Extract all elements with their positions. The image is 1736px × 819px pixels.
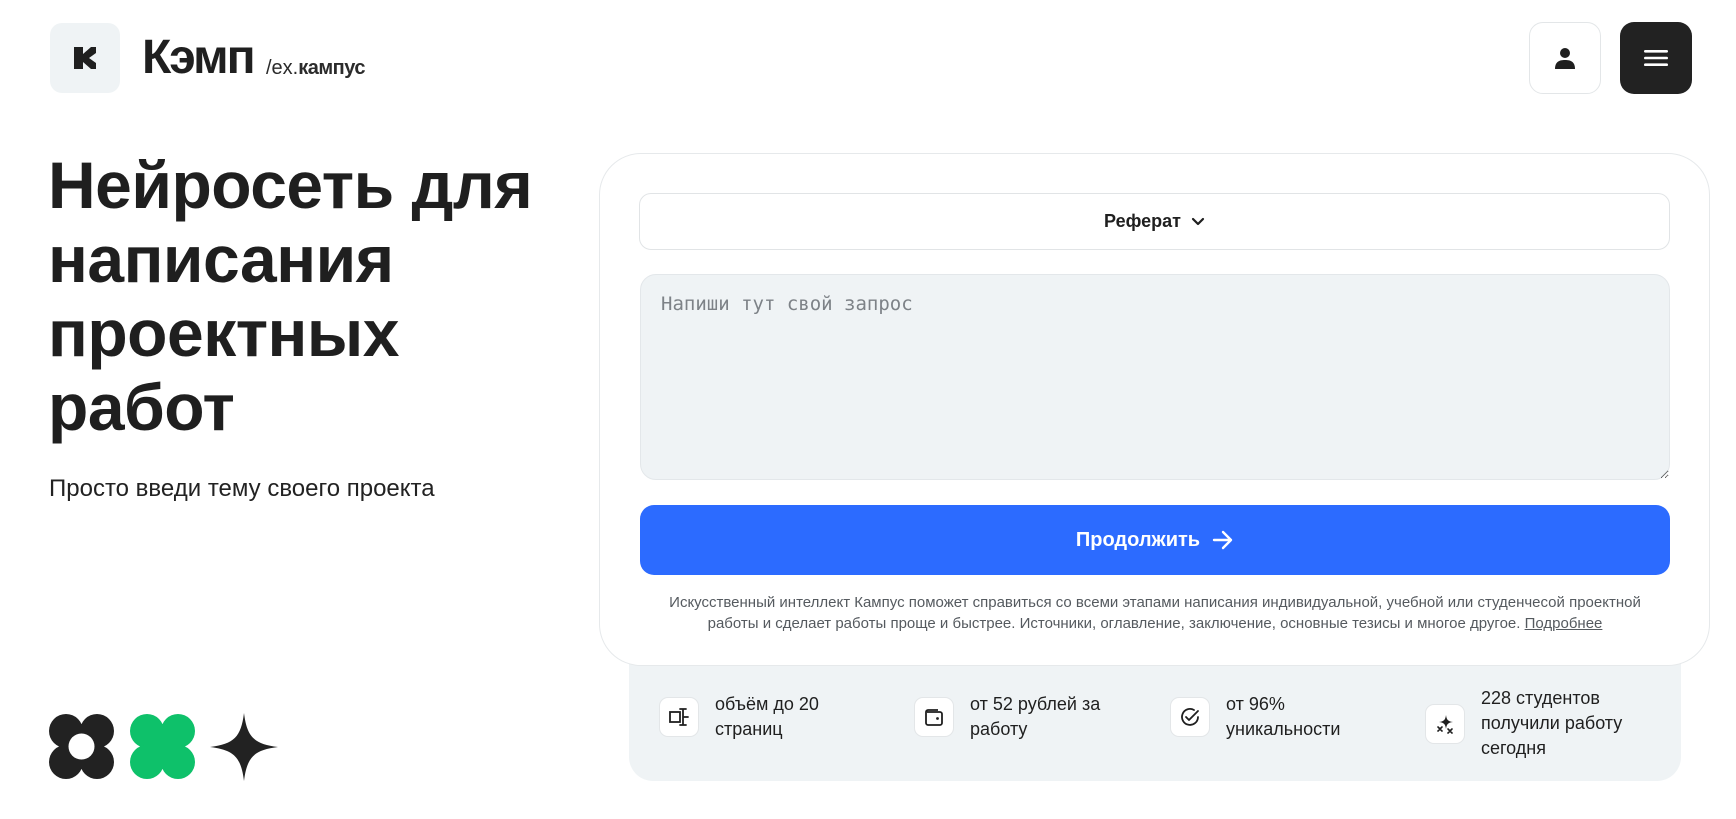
feature-text: от 96% уникальности: [1226, 694, 1341, 739]
work-type-value: Реферат: [1104, 211, 1181, 231]
sparkles-icon: [1437, 714, 1453, 734]
feature-item: 228 студентов получили работу сегодня: [1425, 686, 1631, 761]
continue-button[interactable]: Продолжить: [640, 505, 1670, 575]
star-sparkle-icon: [210, 713, 278, 781]
work-type-select[interactable]: Реферат: [639, 193, 1670, 250]
hamburger-icon: [1644, 50, 1668, 66]
brand-sub-name: кампус: [298, 57, 366, 79]
feature-icon-box: [1170, 697, 1210, 737]
feature-text: объём до 20 страниц: [715, 694, 819, 739]
request-card: Реферат Продолжить Искусственный интелле…: [599, 153, 1710, 666]
wallet-icon: [925, 709, 943, 726]
brand-name[interactable]: Кэмп: [142, 30, 256, 86]
description-text: Искусственный интеллект Кампус поможет с…: [669, 594, 1641, 632]
description-note: Искусственный интеллект Кампус поможет с…: [660, 592, 1650, 634]
feature-icon-box: [914, 697, 954, 737]
feature-item: от 96% уникальности: [1170, 692, 1356, 742]
check-circle-icon: [1181, 708, 1199, 726]
feature-icon-box: [1425, 703, 1465, 744]
chevron-down-icon: [1191, 217, 1205, 225]
feature-item: от 52 рублей за работу: [914, 692, 1110, 742]
prompt-textarea[interactable]: [640, 274, 1670, 480]
profile-button[interactable]: [1529, 22, 1601, 94]
logo-badge[interactable]: [50, 23, 120, 93]
feature-text: 228 студентов получили работу сегодня: [1481, 688, 1623, 758]
arrow-right-icon: [1212, 530, 1233, 550]
decorative-shapes: [49, 713, 278, 781]
brand-sub-prefix: /ex.: [266, 57, 299, 79]
feature-item: объём до 20 страниц: [659, 692, 835, 742]
k-logo-icon: [74, 47, 96, 69]
green-clover-icon: [130, 714, 195, 779]
hero-subtitle: Просто введи тему своего проекта: [49, 475, 435, 502]
brand-former-name: /ex.кампус: [266, 54, 366, 82]
user-icon: [1555, 48, 1575, 69]
feature-text: от 52 рублей за работу: [970, 694, 1101, 739]
hero-title: Нейросеть для написания проектных работ: [48, 148, 533, 444]
more-link[interactable]: Подробнее: [1525, 615, 1603, 632]
continue-label: Продолжить: [1075, 528, 1201, 551]
feature-icon-box: [659, 697, 699, 737]
dark-flower-icon: [49, 714, 114, 779]
pages-icon: [669, 708, 689, 726]
menu-button[interactable]: [1620, 22, 1692, 94]
